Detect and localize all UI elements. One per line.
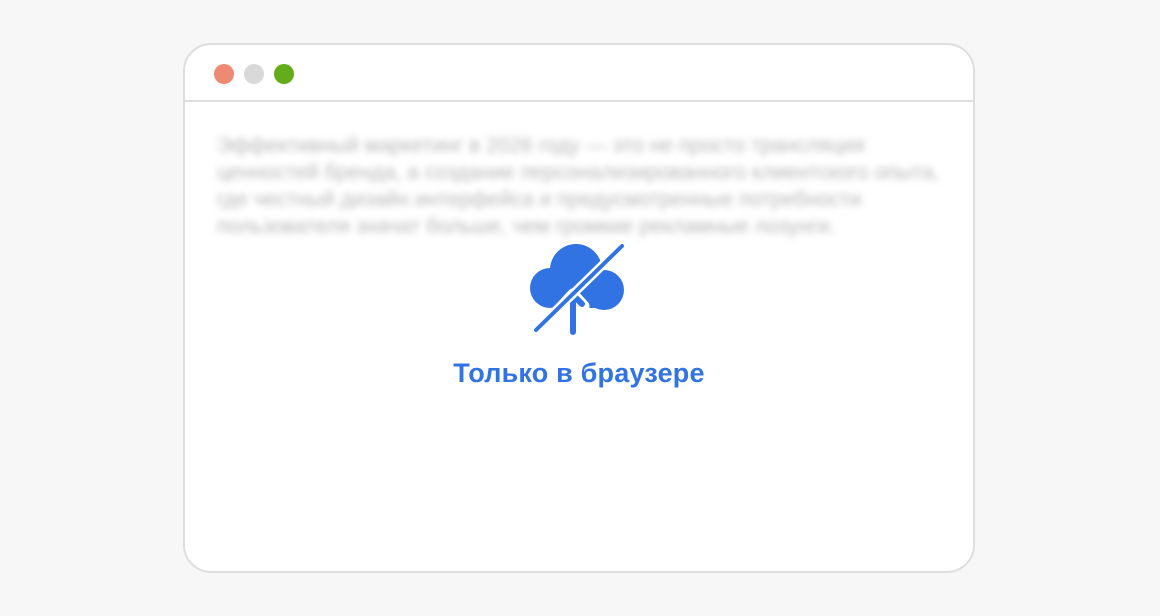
blurred-article-text: Эффективный маркетинг в 2026 году — это … [217, 134, 940, 238]
maximize-window-button[interactable] [274, 64, 294, 84]
browser-window: Эффективный маркетинг в 2026 году — это … [183, 43, 975, 573]
cloud-upload-off-icon [530, 241, 627, 336]
close-window-button[interactable] [214, 64, 234, 84]
minimize-window-button[interactable] [244, 64, 264, 84]
notice-label: Только в браузере [453, 358, 705, 388]
browser-only-notice: Только в браузере [185, 240, 973, 389]
window-titlebar [185, 45, 973, 102]
window-content: Эффективный маркетинг в 2026 году — это … [185, 102, 973, 571]
